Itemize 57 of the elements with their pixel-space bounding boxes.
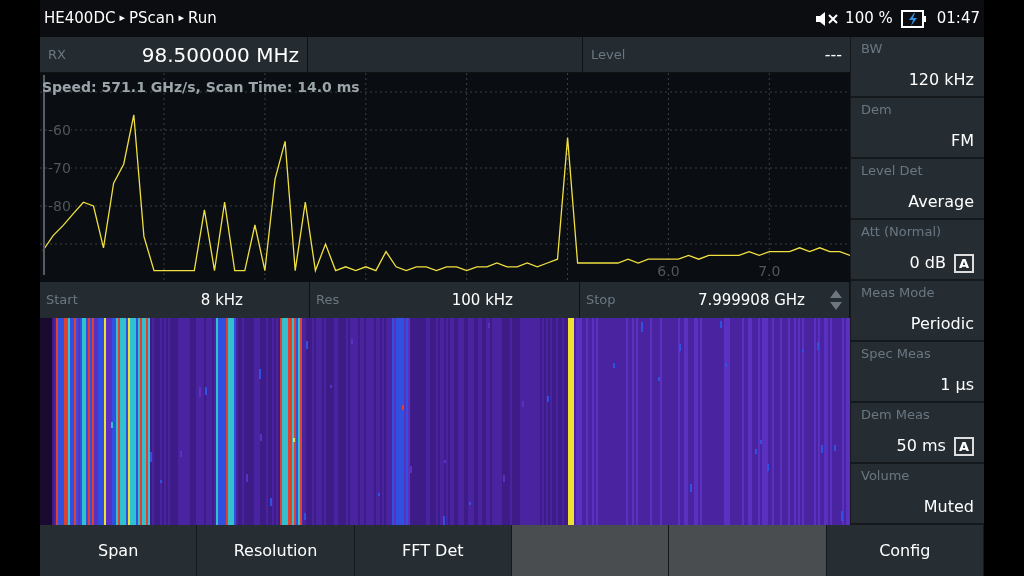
parameter-panel[interactable]: Att (Normal) 0 dB A — [850, 220, 984, 281]
parameter-label: Spec Meas — [861, 345, 932, 363]
rx-label: RX — [48, 45, 66, 64]
axis-tick-label: -60 — [48, 122, 71, 138]
field-label: Stop — [586, 291, 616, 310]
separator-icon: ▸ — [178, 10, 184, 27]
parameter-panel[interactable]: Dem FM — [850, 98, 984, 159]
parameter-value: Average — [908, 192, 974, 211]
auto-badge: A — [953, 437, 974, 456]
breadcrumb-item: Run — [188, 8, 217, 30]
spinner-arrows-icon[interactable] — [829, 288, 843, 312]
parameter-value: FM — [951, 131, 974, 150]
parameter-panel[interactable]: Spec Meas 1 µs — [850, 342, 984, 403]
auto-badge: A — [953, 254, 974, 273]
parameter-label: BW — [861, 40, 884, 58]
field-label: Res — [316, 291, 340, 310]
axis-tick-label: 7.0 — [758, 263, 781, 279]
battery-charging-icon — [900, 9, 927, 28]
parameter-panel[interactable]: Volume Muted — [850, 464, 984, 525]
breadcrumb-item: HE400DC — [44, 8, 116, 30]
softkey-button[interactable]: Config — [826, 525, 984, 576]
axis-tick-label: 6.0 — [657, 263, 680, 279]
battery-level: 100 % — [845, 8, 893, 30]
parameter-value: 0 dB — [909, 253, 946, 272]
clock: 01:47 — [936, 8, 980, 30]
softkey-button[interactable] — [512, 525, 670, 576]
parameter-label: Dem — [861, 101, 893, 119]
parameter-panel[interactable]: Meas Mode Periodic — [850, 281, 984, 342]
parameter-value: 50 ms — [896, 436, 946, 455]
softkey-button[interactable]: Span — [40, 525, 198, 576]
field-value: 7.999908 GHz — [697, 289, 805, 311]
parameter-panel[interactable]: Level Det Average — [850, 159, 984, 220]
parameter-value: Periodic — [910, 314, 974, 333]
parameter-value: 1 µs — [940, 375, 974, 394]
axis-tick-label: -70 — [48, 160, 71, 176]
parameter-label: Level Det — [861, 162, 924, 180]
axis-tick-label: -80 — [48, 198, 71, 214]
level-label: Level — [591, 45, 626, 64]
level-value: --- — [824, 43, 842, 66]
parameter-label: Volume — [861, 467, 911, 485]
breadcrumb-item: PScan — [128, 8, 175, 30]
parameter-panel[interactable]: Dem Meas 50 ms A — [850, 403, 984, 464]
parameter-label: Meas Mode — [861, 284, 936, 302]
softkey-button[interactable]: Resolution — [197, 525, 355, 576]
separator-icon: ▸ — [119, 10, 125, 27]
parameter-value: 120 kHz — [908, 70, 974, 89]
parameter-panel[interactable]: BW 120 kHz — [850, 37, 984, 98]
parameter-value: Muted — [923, 497, 974, 516]
softkey-button[interactable] — [669, 525, 827, 576]
softkey-button[interactable]: FFT Det — [354, 525, 512, 576]
field-label: Start — [46, 291, 78, 310]
scan-info: Speed: 571.1 GHz/s, Scan Time: 14.0 ms — [42, 78, 360, 97]
field-value: 100 kHz — [451, 289, 513, 311]
frequency-value: 98.500000 MHz — [141, 41, 299, 69]
field-value: 8 kHz — [200, 289, 243, 311]
parameter-label: Dem Meas — [861, 406, 931, 424]
parameter-label: Att (Normal) — [861, 223, 943, 241]
